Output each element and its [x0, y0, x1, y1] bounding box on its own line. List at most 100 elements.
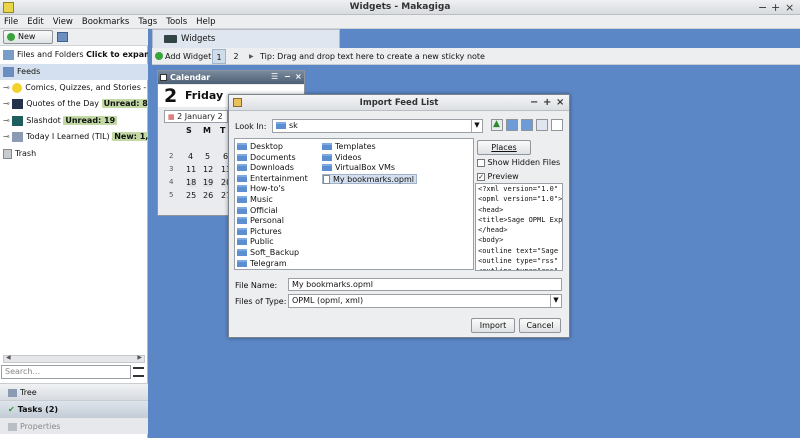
preview-pane: <?xml version="1.0" e <opml version="1.0… — [475, 183, 563, 271]
folder-item[interactable]: Documents — [237, 153, 296, 163]
import-button[interactable]: Import — [471, 318, 515, 333]
add-widget-button[interactable]: Add Widget — [165, 48, 211, 65]
folder-item[interactable]: Desktop — [237, 142, 283, 152]
folder-icon — [237, 185, 247, 193]
tab-tree[interactable]: Tree — [0, 383, 148, 400]
chevron-down-icon[interactable]: ▼ — [550, 295, 561, 307]
widget-close-icon[interactable]: × — [295, 70, 302, 83]
folder-item[interactable]: How-to's — [237, 184, 285, 194]
up-folder-icon[interactable]: ▲ — [491, 119, 503, 131]
tree-item-feed[interactable]: ⊸ Quotes of the Day Unread: 8 — [0, 96, 148, 112]
close-icon[interactable]: × — [785, 1, 794, 14]
checked-icon[interactable]: ✓ — [477, 172, 485, 181]
page-2-button[interactable]: 2 — [229, 48, 243, 65]
folder-item[interactable]: Pictures — [237, 227, 282, 237]
folder-icon — [237, 227, 247, 235]
minimize-icon[interactable]: − — [758, 1, 767, 14]
menu-icon[interactable] — [133, 367, 144, 377]
tab-widgets[interactable]: Widgets — [152, 29, 340, 48]
tree-item-files-folders[interactable]: Files and Folders Click to expand — [0, 47, 148, 63]
tree-item-feed[interactable]: ⊸ Comics, Quizzes, and Stories - Th — [0, 80, 148, 96]
feed-icon — [12, 131, 24, 142]
folder-item[interactable]: Personal — [237, 216, 284, 226]
folder-icon — [3, 49, 14, 60]
menu-tools[interactable]: Tools — [166, 17, 187, 27]
calendar-date-field[interactable]: ▦ 2 January 2 — [164, 110, 228, 123]
tree-item-trash[interactable]: Trash — [0, 146, 148, 162]
folder-icon — [237, 238, 247, 246]
quote-icon — [12, 98, 24, 109]
folder-icon — [237, 196, 247, 203]
library-icon[interactable] — [57, 32, 68, 42]
widget-menu-icon[interactable]: ☰ — [271, 70, 278, 83]
tab-tasks[interactable]: ✔ Tasks (2) — [0, 400, 148, 417]
folder-item[interactable]: Entertainment — [237, 174, 308, 184]
smiley-icon — [12, 82, 23, 93]
left-pane: New Files and Folders Click to expand Fe… — [0, 29, 148, 438]
checkbox-icon[interactable] — [477, 158, 485, 167]
calendar-icon — [160, 74, 167, 81]
new-folder-icon[interactable] — [521, 119, 533, 131]
add-icon — [7, 33, 15, 41]
file-list[interactable]: Desktop Documents Downloads Entertainment Ho… — [234, 138, 474, 270]
file-type-label: Files of Type: — [235, 297, 287, 306]
folder-item[interactable]: Public — [237, 237, 274, 247]
node-handle-icon[interactable]: ⊸ — [3, 83, 10, 92]
menu-edit[interactable]: Edit — [27, 17, 43, 27]
dialog-minimize-icon[interactable]: − — [530, 95, 538, 111]
file-name-field[interactable]: My bookmarks.opml — [288, 278, 562, 291]
details-view-icon[interactable] — [551, 119, 563, 131]
calendar-small-icon: ▦ — [168, 113, 175, 121]
folder-item[interactable]: Downloads — [237, 163, 294, 173]
folder-item[interactable]: Official — [237, 206, 278, 216]
folder-item[interactable]: Videos — [322, 153, 362, 163]
tree-item-feeds[interactable]: Feeds — [0, 64, 148, 80]
tree-icon — [8, 388, 17, 397]
list-view-icon[interactable] — [536, 119, 548, 131]
folder-item[interactable]: Soft_Backup — [237, 248, 299, 258]
menu-help[interactable]: Help — [196, 17, 215, 27]
tab-properties[interactable]: Properties — [0, 417, 148, 434]
tree-item-feed[interactable]: ⊸ Today I Learned (TIL) New: 1, Ur — [0, 129, 148, 145]
dialog-close-icon[interactable]: × — [556, 95, 564, 111]
menu-view[interactable]: View — [53, 17, 73, 27]
search-input[interactable]: Search... — [1, 365, 131, 379]
node-handle-icon[interactable]: ⊸ — [3, 116, 10, 125]
folder-item[interactable]: VirtualBox VMs — [322, 163, 395, 173]
dialog-app-icon — [233, 98, 242, 107]
node-handle-icon[interactable]: ⊸ — [3, 99, 10, 108]
home-icon[interactable] — [506, 119, 518, 131]
folder-icon — [237, 217, 247, 225]
node-handle-icon[interactable]: ⊸ — [3, 132, 10, 141]
folder-icon — [237, 164, 247, 172]
file-type-select[interactable]: OPML (opml, xml) ▼ — [288, 294, 562, 308]
menu-tags[interactable]: Tags — [138, 17, 157, 27]
preview-checkbox[interactable]: ✓ Preview — [477, 172, 519, 181]
tree-item-feed[interactable]: ⊸ Slashdot Unread: 19 — [0, 113, 148, 129]
places-button[interactable]: Places — [477, 140, 531, 155]
folder-item[interactable]: Music — [237, 195, 273, 205]
new-button[interactable]: New — [3, 30, 53, 44]
file-icon — [323, 174, 330, 184]
window-titlebar: Widgets - Makagiga — [0, 0, 800, 15]
unread-badge: Unread: 8 — [101, 99, 148, 108]
menu-bookmarks[interactable]: Bookmarks — [82, 17, 130, 27]
calendar-header: Calendar ☰ − × — [158, 71, 304, 84]
look-in-select[interactable]: sk ▼ — [272, 119, 483, 133]
menu-file[interactable]: File — [4, 17, 18, 27]
cancel-button[interactable]: Cancel — [519, 318, 561, 333]
folder-icon — [322, 153, 332, 161]
page-1-button[interactable]: 1 — [212, 49, 226, 64]
search-field[interactable]: Search... — [1, 365, 131, 379]
folder-icon — [237, 143, 247, 150]
dialog-maximize-icon[interactable]: + — [543, 95, 551, 111]
maximize-icon[interactable]: + — [771, 1, 780, 14]
widget-minimize-icon[interactable]: − — [284, 70, 291, 83]
file-item-selected[interactable]: My bookmarks.opml — [322, 173, 417, 184]
chevron-down-icon[interactable]: ▼ — [471, 120, 482, 132]
horizontal-scrollbar[interactable]: ◀ ▶ — [3, 354, 145, 363]
show-hidden-checkbox[interactable]: Show Hidden Files — [477, 158, 560, 167]
folder-item[interactable]: Telegram — [237, 259, 287, 269]
folder-item[interactable]: Templates — [322, 142, 376, 152]
widgets-toolbar: Add Widget 1 2 ▶ Tip: Drag and drop text… — [152, 48, 800, 65]
